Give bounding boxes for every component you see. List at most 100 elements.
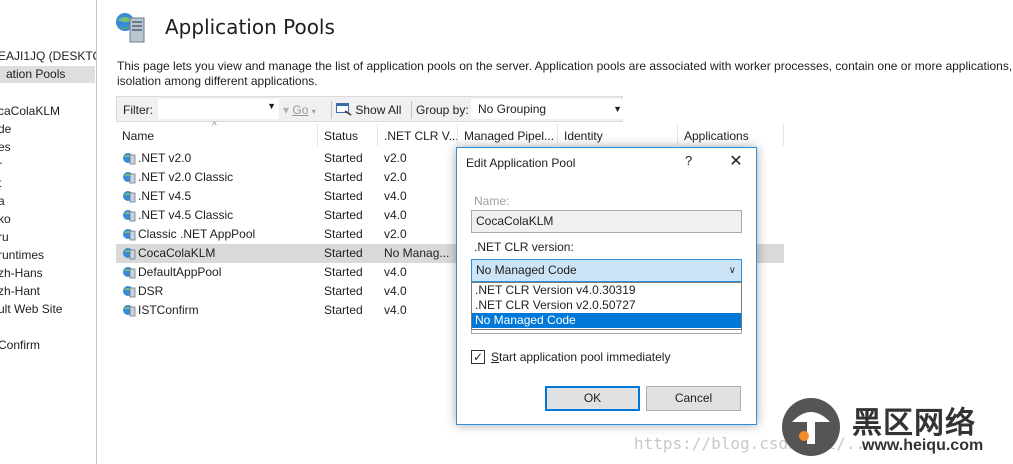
pool-name: ISTConfirm — [138, 303, 199, 317]
cancel-button[interactable]: Cancel — [646, 386, 741, 411]
dropdown-arrow-icon[interactable]: ▾ — [312, 107, 316, 116]
edit-application-pool-dialog: Edit Application Pool ? ✕ Name: CocaCola… — [456, 147, 757, 425]
clr-option[interactable]: .NET CLR Version v4.0.30319 — [472, 283, 741, 298]
tree-item[interactable]: runtimes — [0, 247, 44, 264]
column-header[interactable]: Managed Pipel... — [458, 124, 558, 146]
pool-clr-cell: v2.0 — [384, 227, 407, 241]
app-pool-icon — [123, 191, 136, 203]
ok-button[interactable]: OK — [545, 386, 640, 411]
go-label: Go — [292, 103, 309, 117]
pool-clr-cell: v4.0 — [384, 284, 407, 298]
pool-name: .NET v2.0 — [138, 151, 192, 165]
tree-item[interactable]: es — [0, 139, 11, 156]
start-immediately-label: Start application pool immediately — [491, 350, 671, 364]
filter-input[interactable]: ▼ — [158, 99, 279, 119]
go-button[interactable]: ▾ Go ▾ — [283, 102, 316, 118]
clr-version-options: .NET CLR Version v4.0.30319 .NET CLR Vers… — [471, 282, 742, 330]
dropdown-arrow-icon[interactable]: ▼ — [613, 100, 622, 118]
pool-name-cell: DSR — [122, 282, 318, 301]
close-icon[interactable]: ✕ — [725, 151, 747, 171]
chevron-down-icon[interactable]: ∨ — [729, 260, 736, 281]
dropdown-arrow-icon[interactable]: ▼ — [267, 101, 276, 111]
pool-status-cell: Started — [324, 208, 363, 222]
pool-name-cell: .NET v4.5 — [122, 187, 318, 206]
pool-name-cell: ISTConfirm — [122, 301, 318, 320]
dialog-title: Edit Application Pool — [466, 156, 576, 170]
filter-toolbar: Filter: ▼ ▾ Go ▾ Show All Group by: No G… — [116, 96, 627, 122]
application-pools-icon — [116, 13, 145, 43]
column-header[interactable]: Identity — [558, 124, 678, 146]
column-header[interactable]: .NET CLR V... — [378, 124, 458, 146]
pool-status-cell: Started — [324, 227, 363, 241]
tree-item[interactable]: Confirm — [0, 337, 40, 354]
tree-item[interactable]: de — [0, 121, 11, 138]
pool-clr-cell: v4.0 — [384, 303, 407, 317]
pool-clr-cell: v4.0 — [384, 265, 407, 279]
pool-status-cell: Started — [324, 265, 363, 279]
pool-name: CocaColaKLM — [138, 246, 216, 260]
clr-version-select[interactable]: No Managed Code ∨ — [471, 259, 742, 282]
clr-option[interactable]: No Managed Code — [472, 313, 741, 328]
name-field[interactable]: CocaColaKLM — [471, 210, 742, 233]
pool-name: Classic .NET AppPool — [138, 227, 256, 241]
pool-name: DSR — [138, 284, 164, 298]
pool-clr-cell: v2.0 — [384, 170, 407, 184]
name-label: Name: — [474, 194, 510, 208]
watermark-brand: 黑区网络 — [852, 407, 976, 440]
pool-name: .NET v4.5 — [138, 189, 192, 203]
app-pool-icon — [123, 153, 136, 165]
watermark-logo-icon — [782, 398, 840, 456]
pool-name-cell: Classic .NET AppPool — [122, 225, 318, 244]
pool-status-cell: Started — [324, 246, 363, 260]
pool-clr-cell: v4.0 — [384, 189, 407, 203]
tree-item[interactable]: ult Web Site — [0, 301, 62, 318]
pool-clr-cell: v4.0 — [384, 208, 407, 222]
pool-name-cell: DefaultAppPool — [122, 263, 318, 282]
filter-label: Filter: — [123, 103, 153, 117]
tree-item[interactable]: zh-Hant — [0, 283, 40, 300]
app-pool-icon — [123, 248, 136, 260]
pool-status-cell: Started — [324, 284, 363, 298]
pool-status-cell: Started — [324, 151, 363, 165]
pool-status-cell: Started — [324, 170, 363, 184]
app-pool-icon — [123, 210, 136, 222]
pool-name-cell: .NET v2.0 — [122, 149, 318, 168]
tree-item[interactable]: EAJI1JQ (DESKTOP- — [0, 48, 96, 65]
tree-item[interactable]: ru — [0, 229, 9, 246]
show-all-icon — [336, 103, 352, 116]
toolbar-divider — [331, 101, 332, 119]
grid-header: ^ Name Status .NET CLR V... Managed Pipel..… — [116, 121, 784, 146]
pool-name: DefaultAppPool — [138, 265, 222, 279]
column-header[interactable]: Applications — [678, 124, 784, 146]
show-all-label: Show All — [355, 103, 402, 117]
page-title: Application Pools — [165, 15, 335, 39]
tree-item[interactable]: r — [0, 157, 2, 174]
tree-item[interactable]: ko — [0, 211, 11, 228]
clr-option[interactable]: .NET CLR Version v2.0.50727 — [472, 298, 741, 313]
page-description: This page lets you view and manage the l… — [117, 59, 1013, 89]
tree-item[interactable]: zh-Hans — [0, 265, 43, 282]
tree-item[interactable]: t — [0, 175, 1, 192]
pool-clr-cell: No Manag... — [384, 246, 450, 260]
funnel-icon: ▾ — [283, 103, 290, 117]
start-immediately-checkbox[interactable]: ✓ — [471, 350, 485, 364]
pool-clr-cell: v2.0 — [384, 151, 407, 165]
column-header[interactable]: Name — [116, 124, 318, 146]
group-by-select[interactable]: No Grouping ▼ — [471, 99, 627, 119]
tree-item[interactable]: caColaKLM — [0, 103, 60, 120]
watermark-site: www.heiqu.com — [862, 437, 984, 454]
start-immediately-text: tart application pool immediately — [499, 350, 671, 364]
pool-name-cell: CocaColaKLM — [122, 244, 318, 263]
toolbar-divider — [411, 101, 412, 119]
app-pool-icon — [123, 286, 136, 298]
app-pool-icon — [123, 172, 136, 184]
clr-version-label: .NET CLR version: — [474, 240, 574, 254]
column-header[interactable]: Status — [318, 124, 378, 146]
help-button[interactable]: ? — [685, 153, 692, 168]
pool-name-cell: .NET v2.0 Classic — [122, 168, 318, 187]
tree-item[interactable]: ation Pools — [0, 66, 95, 83]
pool-name: .NET v4.5 Classic — [138, 208, 234, 222]
show-all-button[interactable]: Show All — [336, 102, 401, 118]
tree-item[interactable]: a — [0, 193, 5, 210]
pool-status-cell: Started — [324, 303, 363, 317]
